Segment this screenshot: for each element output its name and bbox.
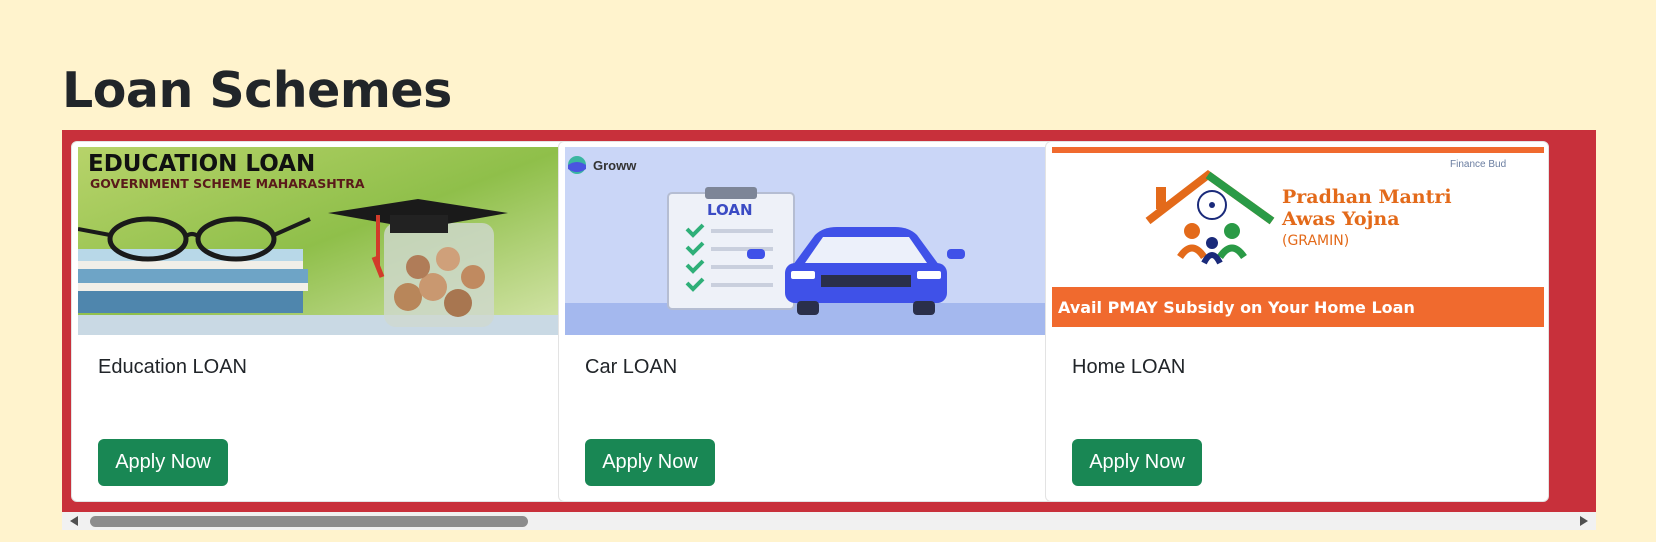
svg-text:Groww: Groww (593, 158, 637, 173)
card-title: Car LOAN (585, 356, 678, 378)
apply-now-button[interactable]: Apply Now (585, 439, 715, 486)
card-title: Home LOAN (1072, 356, 1186, 378)
svg-text:Avail PMAY Subsidy on Your Hom: Avail PMAY Subsidy on Your Home Loan (1058, 298, 1415, 317)
home-loan-image: Finance Bud Pradhan Mantri Awas Yojna (G… (1052, 147, 1544, 335)
horizontal-scrollbar[interactable] (62, 512, 1596, 530)
scroll-left-arrow-icon[interactable] (70, 516, 78, 526)
svg-text:EDUCATION LOAN: EDUCATION LOAN (88, 151, 315, 177)
apply-now-button[interactable]: Apply Now (98, 439, 228, 486)
svg-text:GOVERNMENT SCHEME MAHARASHTRA: GOVERNMENT SCHEME MAHARASHTRA (90, 176, 365, 191)
card-title: Education LOAN (98, 356, 247, 378)
section-title: Loan Schemes (62, 62, 452, 119)
page: Loan Schemes EDUCATION LOAN GOVERNMENT S… (0, 0, 1656, 542)
svg-text:(GRAMIN): (GRAMIN) (1282, 233, 1349, 249)
svg-text:Awas Yojna: Awas Yojna (1281, 208, 1400, 230)
scroll-right-arrow-icon[interactable] (1580, 516, 1588, 526)
scrollbar-thumb[interactable] (90, 516, 528, 527)
loan-card-car: Groww LOAN Car LOAN Apply Now (558, 141, 1062, 502)
svg-text:LOAN: LOAN (707, 201, 753, 219)
svg-text:Finance Bud: Finance Bud (1450, 159, 1506, 170)
loan-schemes-carousel[interactable]: EDUCATION LOAN GOVERNMENT SCHEME MAHARAS… (62, 130, 1596, 512)
apply-now-button[interactable]: Apply Now (1072, 439, 1202, 486)
car-loan-image: Groww LOAN (565, 147, 1057, 335)
loan-card-home: Finance Bud Pradhan Mantri Awas Yojna (G… (1045, 141, 1549, 502)
loan-card-education: EDUCATION LOAN GOVERNMENT SCHEME MAHARAS… (71, 141, 575, 502)
svg-text:Pradhan Mantri: Pradhan Mantri (1282, 186, 1452, 208)
education-loan-image: EDUCATION LOAN GOVERNMENT SCHEME MAHARAS… (78, 147, 570, 335)
